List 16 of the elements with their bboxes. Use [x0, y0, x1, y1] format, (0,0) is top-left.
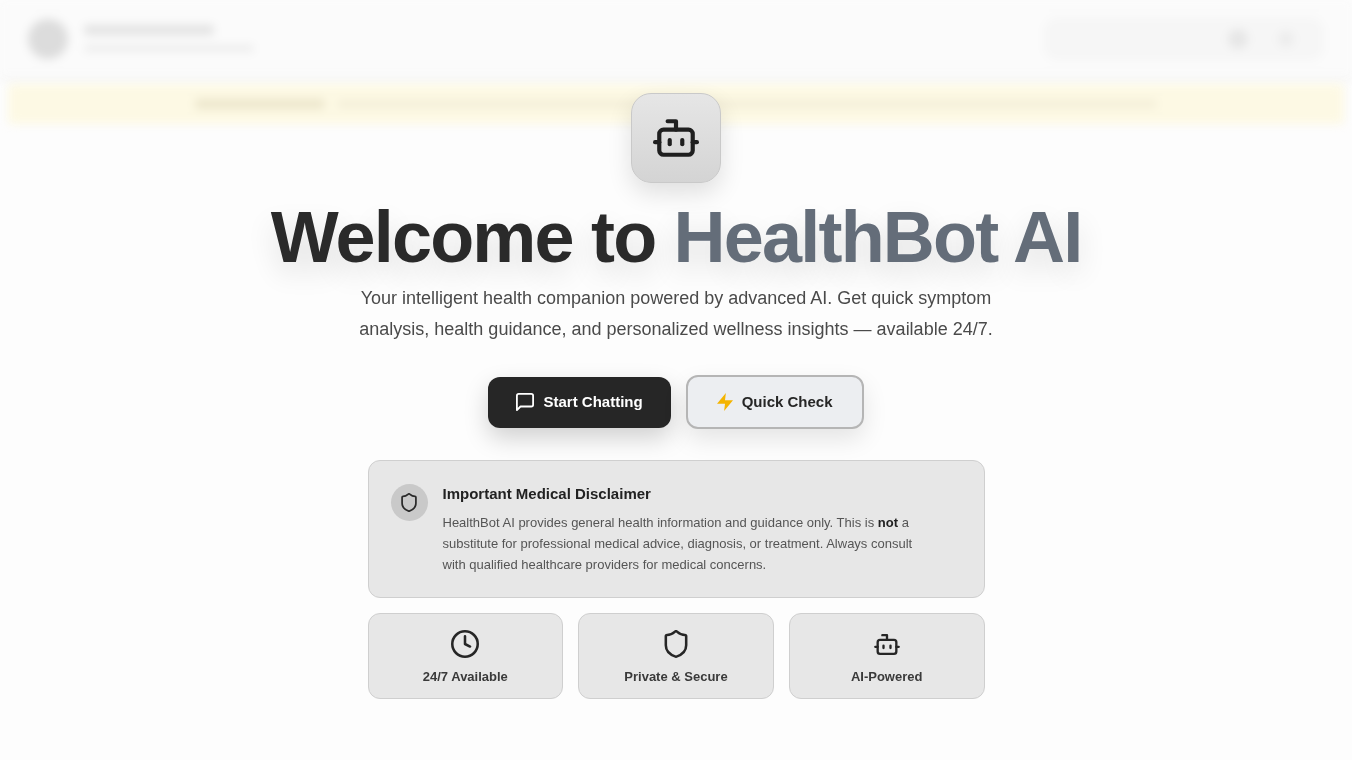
chat-icon — [516, 393, 535, 411]
quick-check-button[interactable]: Quick Check — [685, 375, 864, 429]
start-chatting-button[interactable]: Start Chatting — [488, 376, 671, 428]
clock-icon — [451, 630, 480, 658]
page-title: Welcome to HealthBot AI — [270, 201, 1082, 273]
shield-icon — [664, 630, 688, 658]
disclaimer-title: Important Medical Disclaimer — [442, 484, 652, 504]
subtitle-text: Your intelligent health companion powered by advanced AI. Get quick symptom analysis, health guidance, and personalized wellness insights — available 24/7. — [358, 287, 994, 341]
robot-icon — [873, 633, 900, 655]
feature-label: AI-Powered — [850, 668, 923, 686]
robot-icon — [631, 93, 721, 183]
disclaimer-text: HealthBot AI provides general health information and guidance only. This is not a substitute for professional medical advice, diagnosis, or treatment. Always consult with qualified healthcare providers for medical concerns. — [442, 514, 914, 574]
lightning-icon — [716, 393, 733, 411]
feature-label: 24/7 Available — [422, 668, 508, 686]
feature-label: Private & Secure — [624, 668, 728, 686]
shield-icon — [390, 484, 428, 521]
